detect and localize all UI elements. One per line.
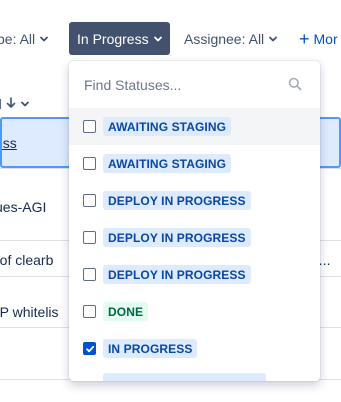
search-icon [288, 77, 302, 96]
status-checkbox[interactable] [83, 268, 96, 281]
status-option[interactable]: DEPLOY IN PROGRESS [69, 256, 320, 293]
status-checkbox[interactable] [83, 157, 96, 170]
chevron-down-icon [39, 34, 49, 44]
chevron-down-icon [268, 34, 278, 44]
status-option[interactable]: DEPLOY IN PROGRESS [69, 219, 320, 256]
status-option[interactable]: AWAITING STAGING [69, 145, 320, 182]
chevron-down-icon [153, 34, 163, 44]
status-filter-label: In Progress [77, 30, 149, 47]
filter-bar: ype: All In Progress Assignee: All + Mor [0, 22, 341, 55]
status-checkbox[interactable] [83, 305, 96, 318]
status-lozenge-partial [103, 373, 266, 381]
status-lozenge: AWAITING STAGING [103, 154, 232, 173]
status-search [69, 61, 320, 108]
type-filter-button[interactable]: ype: All [0, 22, 49, 55]
status-option[interactable]: AWAITING STAGING [69, 108, 320, 145]
status-checkbox[interactable] [83, 194, 96, 207]
assignee-filter-button[interactable]: Assignee: All [184, 22, 278, 55]
column-header[interactable]: d [0, 96, 30, 112]
status-option[interactable]: IN PROGRESS [69, 330, 320, 367]
more-filters-button[interactable]: + Mor [299, 22, 338, 55]
plus-icon: + [299, 28, 310, 49]
check-icon [85, 345, 94, 352]
row-title: cess [2, 134, 17, 151]
status-option[interactable]: DEPLOY IN PROGRESS [69, 182, 320, 219]
arrow-down-icon [6, 96, 16, 112]
status-lozenge: DEPLOY IN PROGRESS [103, 228, 251, 247]
status-option[interactable]: DONE [69, 293, 320, 330]
status-lozenge: AWAITING STAGING [103, 117, 232, 136]
column-header-label: d [0, 96, 2, 112]
more-filters-label: Mor [313, 30, 338, 47]
status-dropdown: AWAITING STAGING AWAITING STAGING DEPLOY… [69, 61, 320, 381]
row-title: e of clearb [0, 251, 54, 268]
status-checkbox[interactable] [83, 231, 96, 244]
status-lozenge: IN PROGRESS [103, 339, 198, 358]
page: ype: All In Progress Assignee: All + Mor… [0, 0, 341, 402]
status-search-input[interactable] [79, 71, 309, 99]
type-filter-label: ype: All [0, 30, 36, 47]
status-checkbox[interactable] [83, 342, 96, 355]
chevron-down-icon [20, 96, 30, 112]
row-title: f IP whitelis [0, 303, 59, 320]
assignee-filter-label: Assignee: All [184, 30, 265, 47]
status-lozenge: DEPLOY IN PROGRESS [103, 191, 251, 210]
row-title: sues-AGI [0, 198, 47, 215]
status-lozenge: DONE [103, 302, 149, 321]
status-lozenge: DEPLOY IN PROGRESS [103, 265, 251, 284]
status-checkbox[interactable] [83, 120, 96, 133]
status-filter-button[interactable]: In Progress [69, 22, 170, 55]
